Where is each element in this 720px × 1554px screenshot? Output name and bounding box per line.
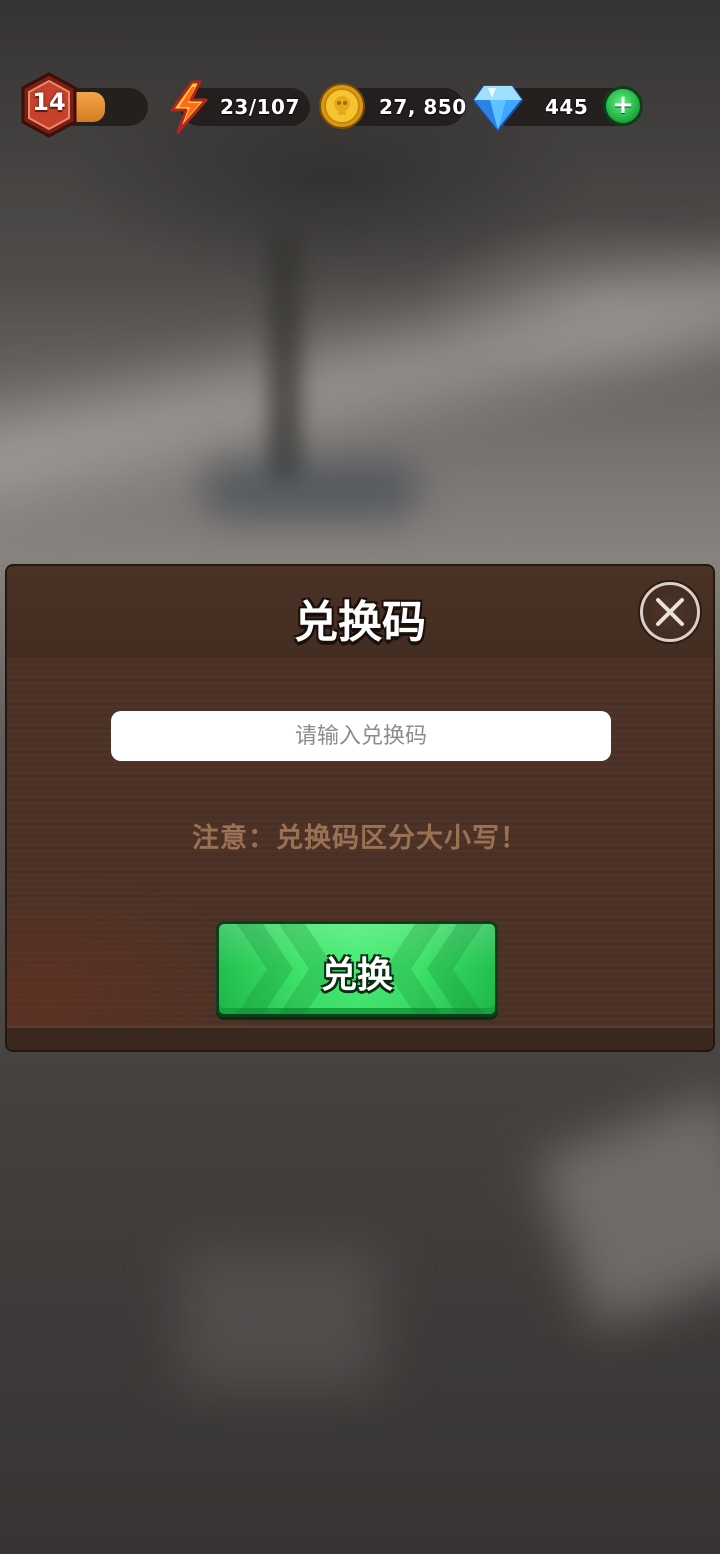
redeem-code-input[interactable] [111, 711, 611, 761]
lightning-icon [170, 80, 208, 134]
add-gems-button[interactable]: + [603, 86, 643, 126]
case-sensitive-note: 注意：兑换码区分大小写！ [192, 823, 528, 854]
plus-icon: + [612, 90, 634, 120]
player-level: 14 [32, 88, 66, 116]
redeem-button[interactable]: 兑换 [216, 921, 498, 1017]
energy-value: 23/107 [220, 95, 300, 119]
close-icon [656, 598, 684, 626]
close-button[interactable] [640, 582, 700, 642]
redeem-code-dialog: 兑换码 注意：兑换码区分大小写！ 兑换 [5, 564, 715, 1052]
dialog-footer [7, 1026, 713, 1050]
gold-value: 27, 850 [379, 95, 467, 119]
diamond-icon [473, 85, 523, 131]
skull-coin-icon [319, 83, 365, 129]
dialog-title: 兑换码 [294, 597, 426, 648]
gem-value: 445 [545, 95, 589, 119]
redeem-button-label: 兑换 [320, 955, 393, 996]
top-resource-bar: 14 23/107 27, 850 445 + [0, 0, 720, 150]
